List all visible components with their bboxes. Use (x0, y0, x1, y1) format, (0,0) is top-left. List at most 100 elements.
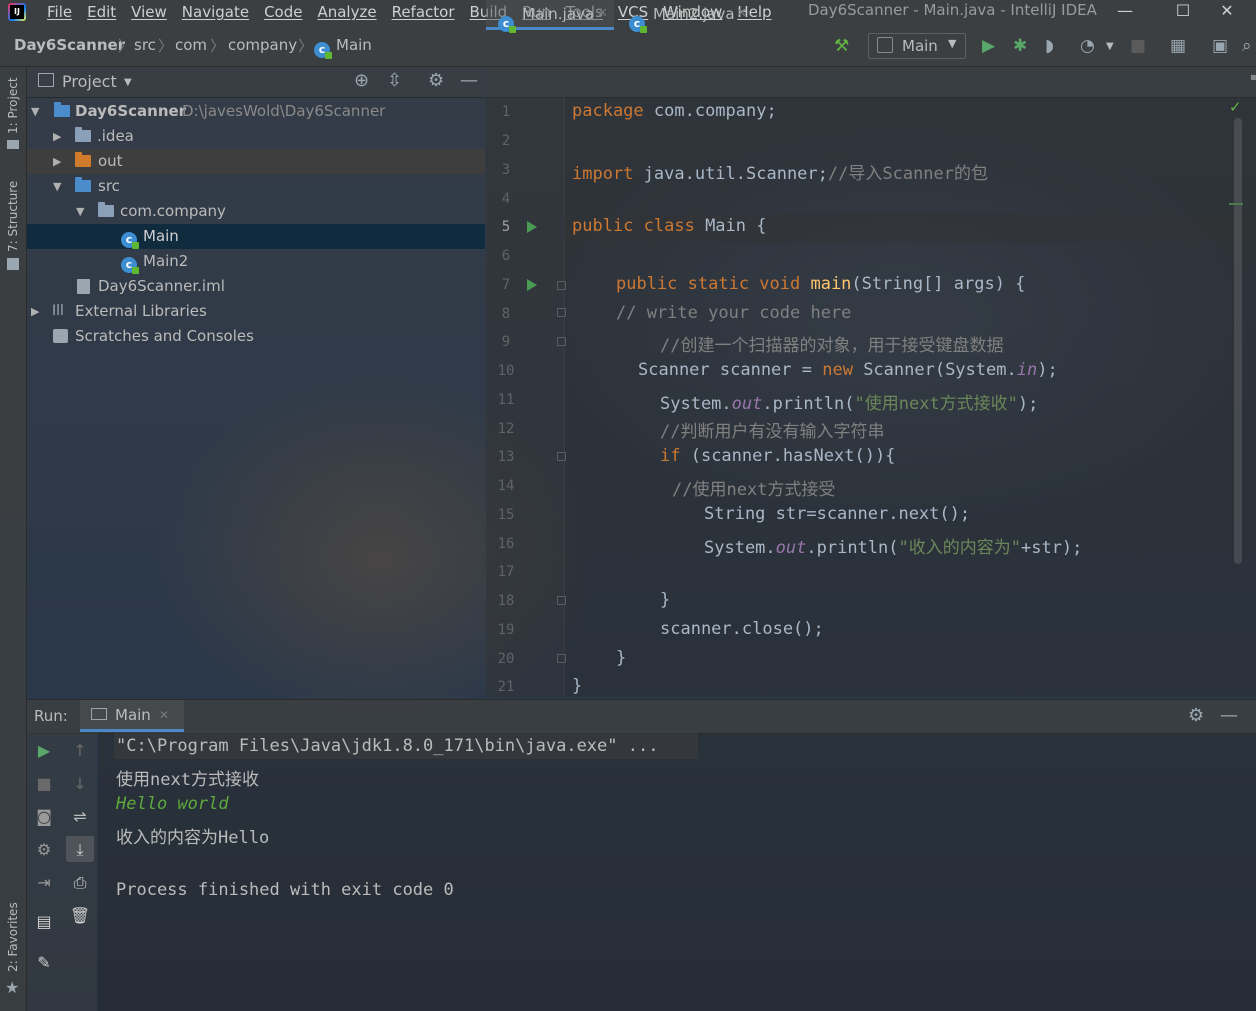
minimize-button[interactable]: — (1096, 0, 1154, 24)
menu-analyze[interactable]: Analyze (310, 3, 384, 21)
tree-item-external-libraries[interactable]: ▶ Ill External Libraries (27, 299, 485, 324)
console-output[interactable] (98, 733, 1256, 1011)
line-number: 19 (497, 622, 515, 638)
camera-icon[interactable]: ◙ (33, 807, 55, 826)
tool-tab-favorites[interactable]: 2: Favorites (6, 902, 20, 972)
pin-icon[interactable]: ✎ (33, 953, 55, 972)
hide-panel-icon[interactable]: — (460, 70, 478, 91)
tree-item-main[interactable]: c Main (27, 224, 485, 249)
collapsed-arrow-icon: ▶ (53, 130, 62, 143)
menu-refactor[interactable]: Refactor (385, 3, 463, 21)
close-tab-icon[interactable]: ✕ (736, 0, 747, 28)
line-number: 3 (501, 162, 511, 178)
scroll-down-icon[interactable]: ↓ (69, 774, 91, 793)
class-icon: c (314, 37, 332, 59)
gear-icon[interactable]: ⚙ (1188, 705, 1204, 726)
breadcrumb-separator-icon: 〉 (118, 37, 134, 55)
class-icon: c (121, 232, 139, 249)
menu-edit[interactable]: Edit (80, 3, 124, 21)
exit-icon[interactable]: ⇥ (33, 873, 55, 892)
menu-navigate[interactable]: Navigate (175, 3, 257, 21)
debug-bug-icon[interactable]: ✱ (1013, 36, 1027, 56)
project-structure-icon[interactable]: ▦ (1170, 36, 1186, 56)
print-icon[interactable]: ⎙ (69, 873, 91, 893)
code-line-7: public static void main(String[] args) { (616, 274, 1026, 294)
fold-icon[interactable] (557, 337, 566, 346)
tree-item-package[interactable]: ▼ com.company (27, 199, 485, 224)
run-config-label: Main (902, 37, 938, 55)
run-tab-main[interactable]: Main ✕ (80, 700, 184, 732)
run-icon[interactable]: ▶ (982, 36, 995, 56)
soft-wrap-icon[interactable]: ⇌ (69, 807, 91, 826)
tree-item-out[interactable]: ▶ out (27, 149, 485, 174)
expanded-arrow-icon: ▼ (31, 105, 40, 118)
line-number: 2 (501, 133, 511, 149)
rerun-icon[interactable]: ▶ (33, 741, 55, 760)
coverage-shield-icon[interactable]: ◗ (1045, 36, 1054, 56)
terminal-icon[interactable]: ▣ (1212, 36, 1228, 56)
tree-item-idea[interactable]: ▶ .idea (27, 124, 485, 149)
ant-tab-icon[interactable]: ▪ (1250, 72, 1256, 83)
breadcrumb-com[interactable]: com (175, 36, 207, 54)
profile-icon[interactable]: ◔ (1080, 36, 1095, 56)
fold-icon[interactable] (557, 654, 566, 663)
run-gutter-icon[interactable] (527, 279, 537, 291)
search-icon[interactable]: ⌕ (1242, 36, 1252, 56)
tab-main2-java[interactable]: c Main2.java ✕ (616, 0, 752, 33)
close-window-button[interactable]: ✕ (1198, 0, 1256, 24)
trash-icon[interactable]: 🗑 (69, 906, 91, 925)
chevron-down-icon[interactable]: ▼ (124, 77, 132, 88)
code-line-18: } (660, 590, 671, 610)
line-number: 5 (501, 219, 511, 235)
run-gutter-icon[interactable] (527, 221, 537, 233)
stop-icon[interactable]: ■ (33, 774, 55, 793)
line-number: 13 (497, 449, 515, 465)
tree-item-src[interactable]: ▼ src (27, 174, 485, 199)
line-number: 8 (501, 306, 511, 322)
tree-item-scratches[interactable]: Scratches and Consoles (27, 324, 485, 349)
excluded-folder-icon (75, 152, 91, 167)
settings-cog-icon[interactable]: ⚙ (33, 840, 55, 859)
code-line-3: import java.util.Scanner;//导入Scanner的包 (572, 164, 989, 184)
scroll-up-icon[interactable]: ↑ (69, 741, 91, 760)
close-tab-icon[interactable]: ✕ (597, 0, 608, 28)
close-tab-icon[interactable]: ✕ (159, 708, 169, 722)
menu-file[interactable]: File (40, 3, 80, 21)
breadcrumb-src[interactable]: src (134, 36, 156, 54)
run-panel-header (27, 699, 1256, 734)
scratches-icon (53, 329, 68, 343)
run-configuration-select[interactable]: Main ▼ (868, 33, 966, 59)
breadcrumb-project[interactable]: Day6Scanner (14, 36, 125, 54)
tool-tab-structure[interactable]: 7: Structure (6, 181, 20, 252)
breadcrumb-main[interactable]: Main (336, 36, 372, 54)
scroll-to-end-icon: ⤓ (76, 840, 84, 859)
code-line-20: } (616, 648, 627, 668)
fold-icon[interactable] (557, 308, 566, 317)
breadcrumb-company[interactable]: company (228, 36, 297, 54)
hide-panel-icon[interactable]: — (1220, 705, 1238, 726)
tab-main-java[interactable]: c Main.java ✕ (486, 0, 614, 33)
locate-target-icon[interactable]: ⊕ (354, 70, 369, 91)
tree-item-iml[interactable]: Day6Scanner.iml (27, 274, 485, 299)
class-icon: c (498, 16, 516, 33)
fold-icon[interactable] (557, 596, 566, 605)
build-hammer-icon[interactable]: ⚒ (834, 36, 849, 56)
tree-item-main2[interactable]: c Main2 (27, 249, 485, 274)
layout-icon[interactable]: ▤ (33, 912, 55, 931)
tree-item-label: Day6Scanner.iml (98, 277, 225, 295)
fold-icon[interactable] (557, 281, 566, 290)
fold-icon[interactable] (557, 452, 566, 461)
expanded-arrow-icon: ▼ (76, 205, 85, 218)
tree-item-root[interactable]: ▼ Day6Scanner D:\javesWold\Day6Scanner (27, 99, 485, 124)
gear-icon[interactable]: ⚙ (428, 70, 444, 91)
tree-item-label: out (98, 152, 123, 170)
stop-icon[interactable]: ■ (1130, 36, 1146, 56)
tool-tab-project[interactable]: 1: Project (6, 77, 20, 134)
project-panel-title[interactable]: Project (62, 72, 117, 91)
profile-dropdown-icon[interactable]: ▼ (1106, 41, 1114, 52)
tree-item-label: External Libraries (75, 302, 207, 320)
collapse-all-icon[interactable]: ⇳ (387, 70, 402, 91)
menu-code[interactable]: Code (257, 3, 310, 21)
editor-scrollbar[interactable] (1234, 118, 1242, 564)
menu-view[interactable]: View (124, 3, 175, 21)
